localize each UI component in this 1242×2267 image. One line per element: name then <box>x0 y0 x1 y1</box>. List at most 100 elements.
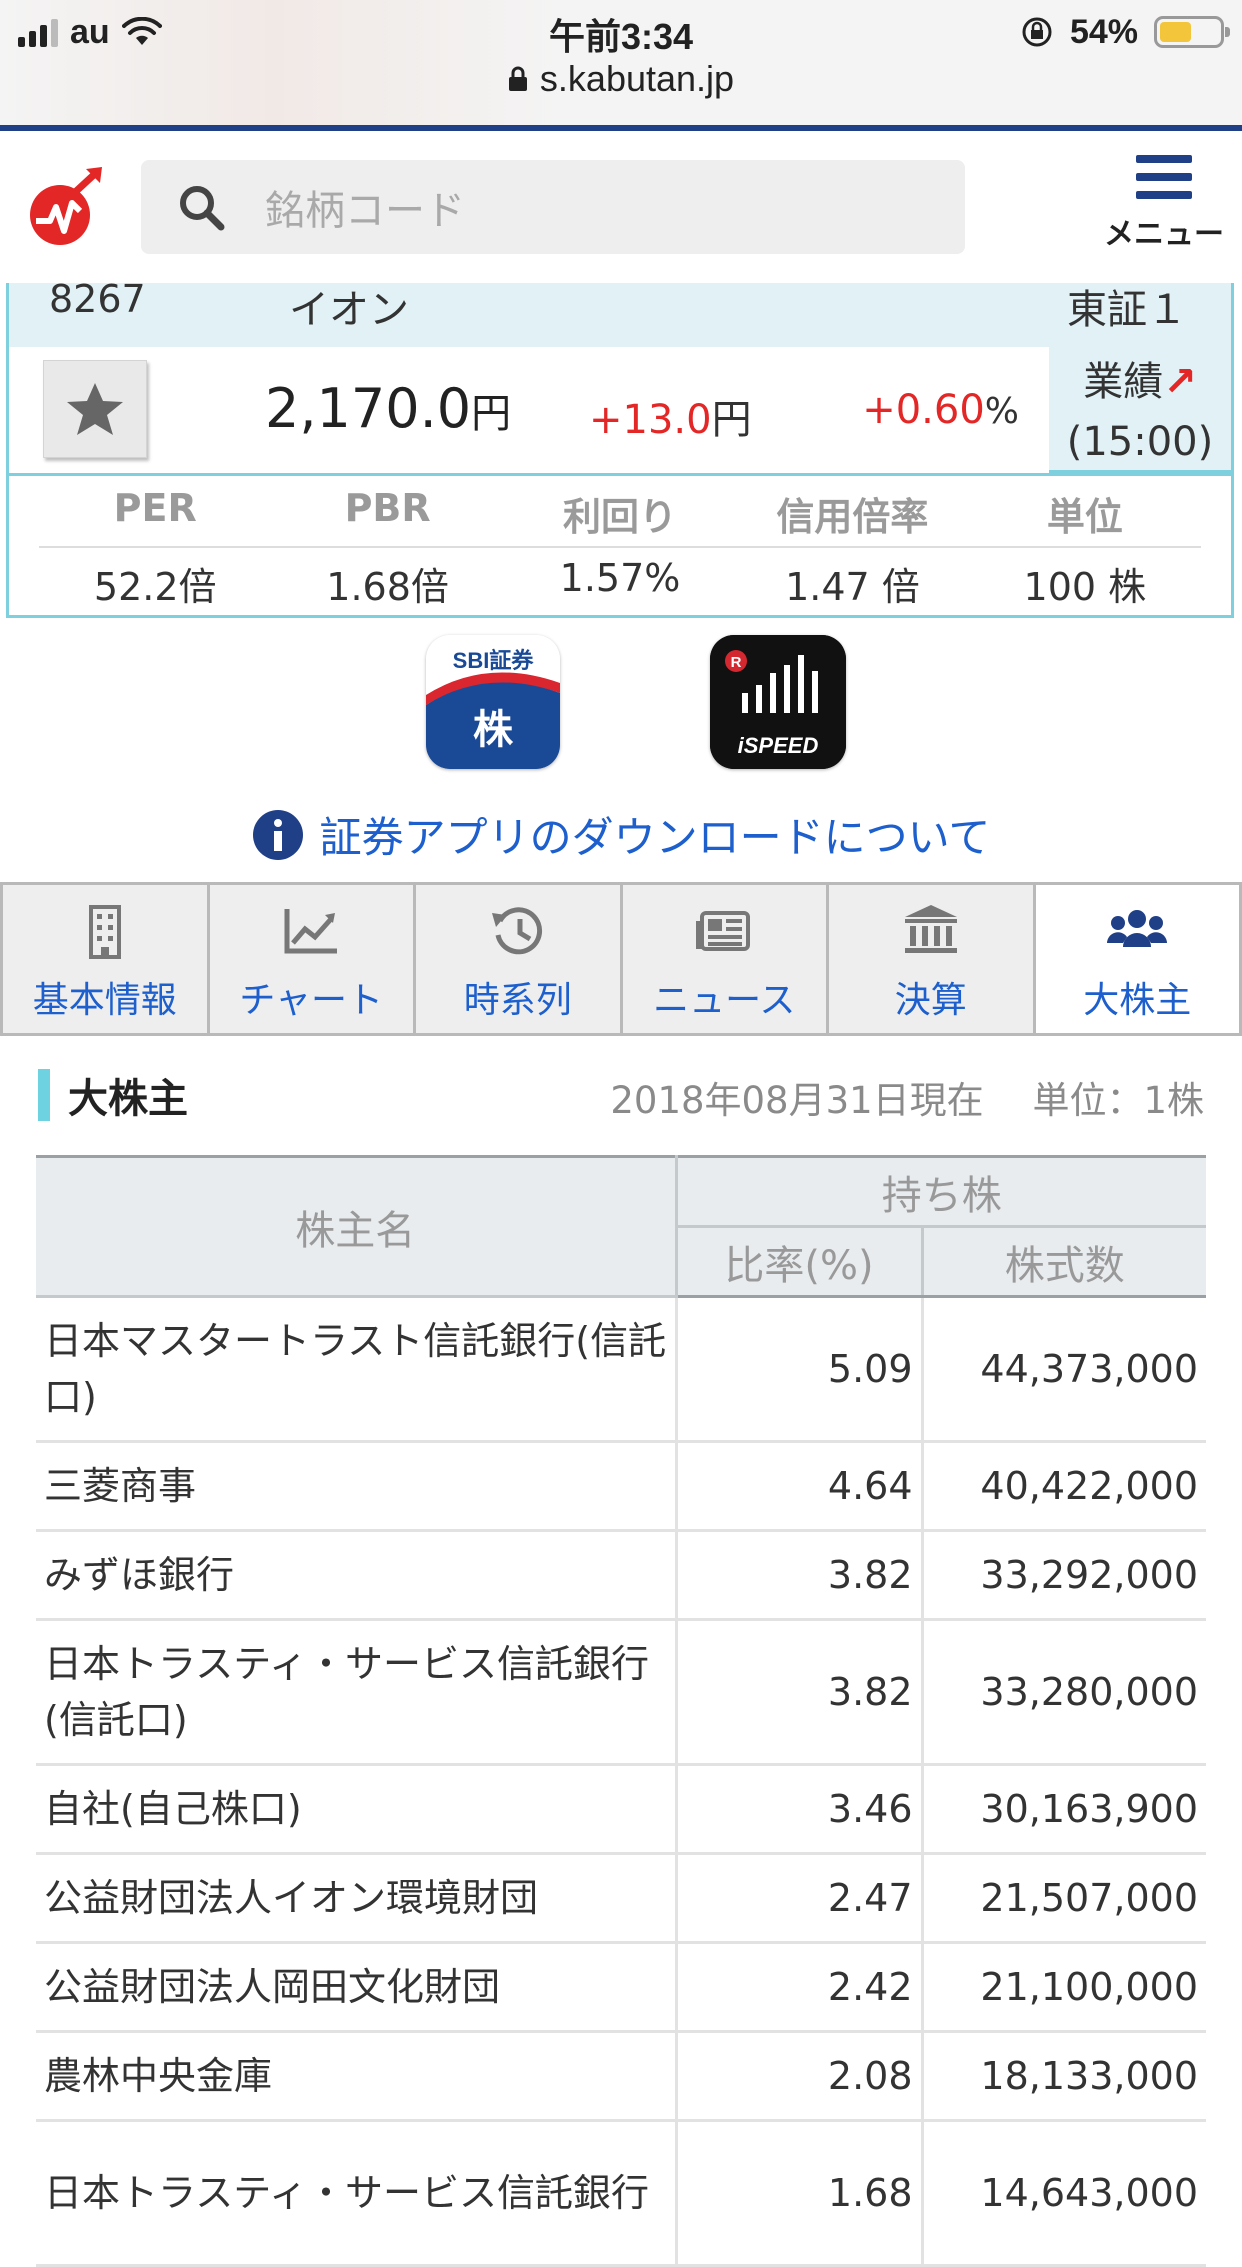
status-bar: au 午前3:34 54% s.kabutan.jp <box>0 0 1242 131</box>
table-row: 農林中央金庫 2.08 18,133,000 <box>36 2032 1206 2121</box>
price-change: +13.0円 <box>589 387 752 445</box>
shareholder-shares: 44,373,000 <box>922 1297 1206 1442</box>
price-change-percent: +0.60% <box>862 387 1019 433</box>
shareholder-shares: 14,643,000 <box>922 2121 1206 2266</box>
newspaper-icon <box>694 903 754 959</box>
info-icon <box>252 809 304 861</box>
metric-value-pbr: 1.68倍 <box>271 556 503 611</box>
price-row: 2,170.0円 +13.0円 +0.60% <box>9 347 1049 473</box>
history-icon <box>488 903 548 959</box>
ispeed-label-text: iSPEED <box>738 733 819 758</box>
stock-price: 2,170.0円 <box>265 377 511 440</box>
sbi-app-graphic: SBI証券 株 <box>426 635 560 769</box>
battery-icon <box>1154 16 1224 48</box>
shareholder-shares: 21,507,000 <box>922 1854 1206 1943</box>
search-input[interactable]: 銘柄コード <box>141 160 965 254</box>
performance-label: 業績 <box>1083 359 1163 405</box>
shareholder-ratio: 5.09 <box>676 1297 922 1442</box>
building-icon <box>75 903 135 959</box>
menu-label: メニュー <box>1104 209 1224 253</box>
users-icon <box>1107 903 1167 959</box>
table-row: みずほ銀行 3.82 33,292,000 <box>36 1531 1206 1620</box>
header-shares: 株式数 <box>922 1227 1206 1297</box>
hamburger-icon <box>1136 155 1192 199</box>
menu-button[interactable]: メニュー <box>1104 155 1224 253</box>
arrow-up-right-icon: ↗ <box>1163 359 1197 405</box>
app-download-link[interactable]: 証券アプリのダウンロードについて <box>0 804 1242 865</box>
stock-name: イオン <box>289 277 409 335</box>
shareholder-name: 三菱商事 <box>36 1442 676 1531</box>
padlock-icon <box>508 66 528 92</box>
tab-label: チャート <box>210 971 414 1023</box>
tab-time-series[interactable]: 時系列 <box>413 885 620 1033</box>
shareholder-ratio: 3.46 <box>676 1765 922 1854</box>
tab-label: 時系列 <box>416 971 620 1023</box>
shareholder-name: 自社(自己株口) <box>36 1765 676 1854</box>
tab-earnings[interactable]: 決算 <box>826 885 1033 1033</box>
shareholder-ratio: 3.82 <box>676 1620 922 1765</box>
metrics-values: 52.2倍 1.68倍 1.57% 1.47 倍 100 株 <box>39 556 1201 611</box>
metric-header-unit: 単位 <box>969 486 1201 546</box>
metric-value-per: 52.2倍 <box>39 556 271 611</box>
tab-major-shareholders[interactable]: 大株主 <box>1033 885 1242 1033</box>
shareholder-ratio: 2.08 <box>676 2032 922 2121</box>
header-shareholder-name: 株主名 <box>36 1157 676 1297</box>
shareholder-name: 日本マスタートラスト信託銀行(信託口) <box>36 1297 676 1442</box>
as-of-date: 2018年08月31日現在 <box>610 1079 983 1122</box>
section-accent-bar <box>38 1069 50 1121</box>
stock-summary: 8267 イオン 東証１ 2,170.0円 +13.0円 +0.60% 業績↗ … <box>6 283 1234 473</box>
section-title: 大株主 <box>68 1066 188 1124</box>
status-right: 54% <box>1020 10 1224 54</box>
stock-tabs: 基本情報 チャート 時系列 ニュース 決算 <box>0 882 1242 1036</box>
metric-value-yield: 1.57% <box>504 556 736 611</box>
chart-line-icon <box>281 903 341 959</box>
shareholder-name: 農林中央金庫 <box>36 2032 676 2121</box>
kabutan-logo-icon[interactable] <box>28 167 102 249</box>
rotation-lock-icon <box>1020 15 1054 49</box>
metrics-header: PER PBR 利回り 信用倍率 単位 <box>39 486 1201 548</box>
metric-header-per: PER <box>39 486 271 546</box>
ispeed-badge-text: R <box>731 654 742 671</box>
shareholders-table: 株主名 持ち株 比率(%) 株式数 日本マスタートラスト信託銀行(信託口) 5.… <box>36 1155 1206 2267</box>
shareholder-shares: 33,280,000 <box>922 1620 1206 1765</box>
shareholder-ratio: 1.68 <box>676 2121 922 2266</box>
metric-header-pbr: PBR <box>271 486 503 546</box>
stock-code: 8267 <box>49 277 146 321</box>
bank-icon <box>901 903 961 959</box>
table-row: 公益財団法人岡田文化財団 2.42 21,100,000 <box>36 1943 1206 2032</box>
table-row: 三菱商事 4.64 40,422,000 <box>36 1442 1206 1531</box>
address-bar[interactable]: s.kabutan.jp <box>0 58 1242 100</box>
tab-label: 大株主 <box>1036 971 1240 1023</box>
site-header: 銘柄コード メニュー <box>0 131 1242 283</box>
shareholder-shares: 30,163,900 <box>922 1765 1206 1854</box>
tab-news[interactable]: ニュース <box>620 885 827 1033</box>
metric-value-unit: 100 株 <box>969 556 1201 611</box>
table-row: 日本トラスティ・サービス信託銀行 1.68 14,643,000 <box>36 2121 1206 2266</box>
table-row: 日本トラスティ・サービス信託銀行(信託口) 3.82 33,280,000 <box>36 1620 1206 1765</box>
search-placeholder: 銘柄コード <box>265 178 465 236</box>
table-row: 日本マスタートラスト信託銀行(信託口) 5.09 44,373,000 <box>36 1297 1206 1442</box>
sbi-kanji-text: 株 <box>473 707 514 753</box>
tab-label: 決算 <box>829 971 1033 1023</box>
ispeed-app-graphic: R iSPEED <box>710 635 846 769</box>
performance-link[interactable]: 業績↗ (15:00) <box>1049 339 1231 465</box>
sbi-app-icon[interactable]: SBI証券 株 <box>426 635 560 769</box>
shareholder-shares: 18,133,000 <box>922 2032 1206 2121</box>
favorite-button[interactable] <box>43 360 147 458</box>
tab-basic-info[interactable]: 基本情報 <box>0 885 207 1033</box>
shareholder-ratio: 4.64 <box>676 1442 922 1531</box>
shareholder-name: 日本トラスティ・サービス信託銀行 <box>36 2121 676 2266</box>
shareholder-shares: 21,100,000 <box>922 1943 1206 2032</box>
metric-header-margin-ratio: 信用倍率 <box>736 486 968 546</box>
quote-time: (15:00) <box>1049 419 1231 465</box>
tab-chart[interactable]: チャート <box>207 885 414 1033</box>
ispeed-app-icon[interactable]: R iSPEED <box>710 635 846 769</box>
app-download-text: 証券アプリのダウンロードについて <box>320 804 991 865</box>
shareholder-ratio: 2.47 <box>676 1854 922 1943</box>
metric-value-margin-ratio: 1.47 倍 <box>736 556 968 611</box>
shareholder-name: 日本トラスティ・サービス信託銀行(信託口) <box>36 1620 676 1765</box>
header-ratio: 比率(%) <box>676 1227 922 1297</box>
sbi-brand-text: SBI証券 <box>453 648 535 673</box>
shareholder-name: みずほ銀行 <box>36 1531 676 1620</box>
stock-market: 東証１ <box>1067 277 1187 335</box>
